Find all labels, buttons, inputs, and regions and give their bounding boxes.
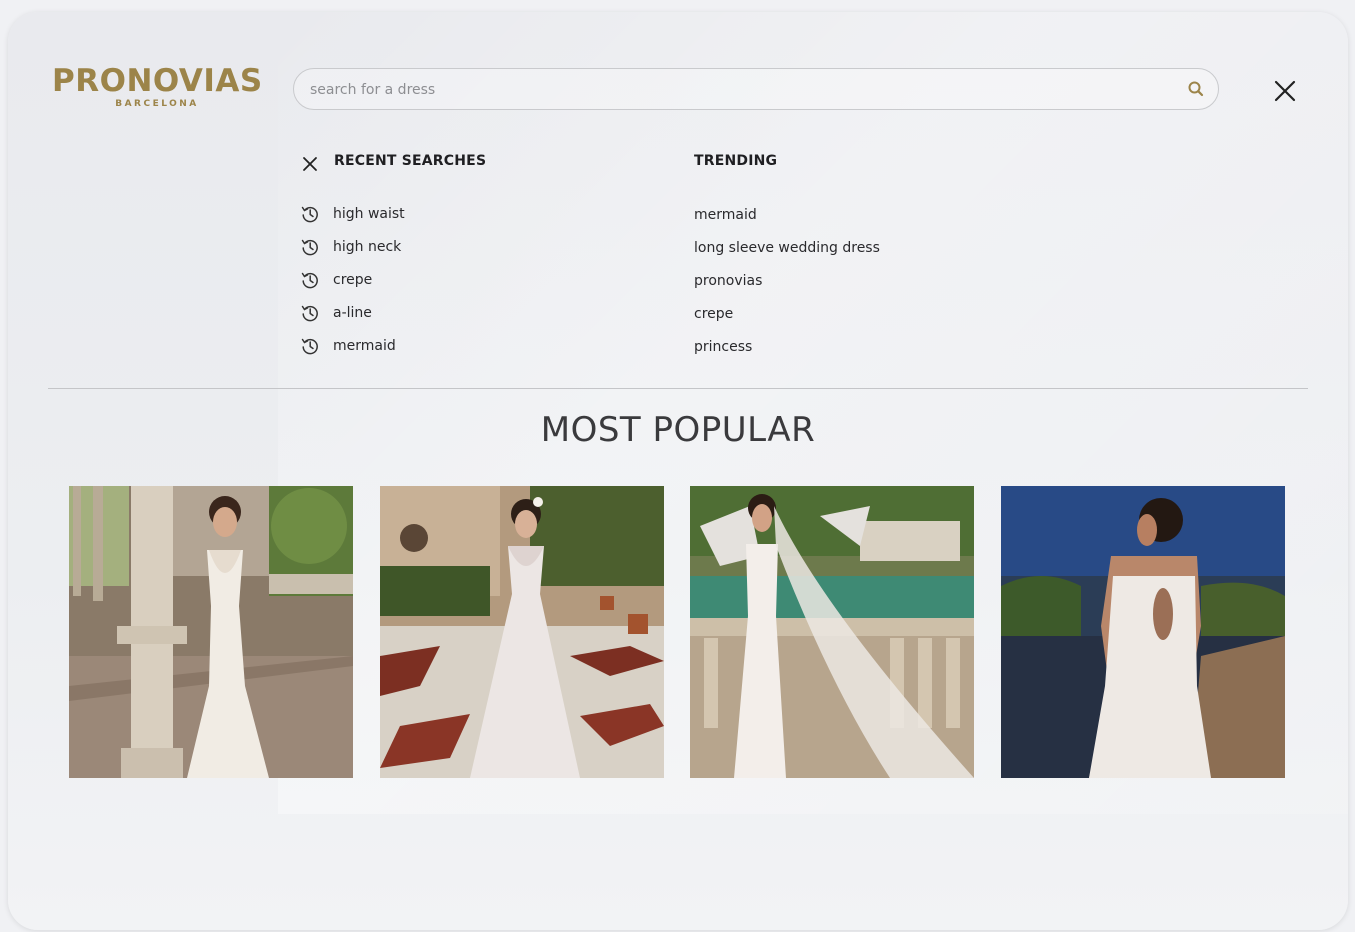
product-image	[690, 486, 974, 778]
brand-location: BARCELONA	[115, 99, 199, 109]
trending-item[interactable]: pronovias	[694, 264, 880, 297]
trending-item[interactable]: mermaid	[694, 198, 880, 231]
recent-searches-title: RECENT SEARCHES	[334, 153, 487, 169]
brand-logo[interactable]: PRONOVIAS BARCELONA	[52, 64, 262, 109]
most-popular-title: MOST POPULAR	[540, 410, 816, 450]
product-card[interactable]	[69, 486, 353, 778]
recent-searches-list: high waist high neck crepe a-line mermai…	[300, 197, 405, 362]
recent-search-label: high waist	[333, 205, 405, 222]
search-icon[interactable]	[1186, 79, 1206, 99]
product-image	[69, 486, 353, 778]
history-icon	[301, 239, 318, 255]
close-search-button[interactable]	[1272, 78, 1298, 104]
history-icon	[301, 305, 318, 321]
product-card[interactable]	[380, 486, 664, 778]
trending-item[interactable]: crepe	[694, 297, 880, 330]
history-icon	[301, 338, 318, 354]
trending-item[interactable]: princess	[694, 330, 880, 363]
recent-search-label: a-line	[333, 304, 372, 321]
clear-recent-searches-button[interactable]	[302, 156, 318, 172]
history-icon	[301, 206, 318, 222]
history-icon	[301, 272, 318, 288]
brand-name: PRONOVIAS	[52, 63, 263, 99]
close-icon	[1274, 80, 1296, 102]
recent-search-item[interactable]: a-line	[300, 296, 405, 329]
section-divider	[48, 388, 1308, 389]
recent-search-item[interactable]: high neck	[300, 230, 405, 263]
product-image	[1001, 486, 1285, 778]
recent-search-label: crepe	[333, 271, 373, 288]
trending-title: TRENDING	[694, 153, 778, 169]
recent-search-item[interactable]: high waist	[300, 197, 405, 230]
search-overlay: PRONOVIAS BARCELONA RECENT SEARCHES	[8, 12, 1348, 930]
search-bar	[293, 68, 1219, 110]
trending-list: mermaid long sleeve wedding dress pronov…	[694, 198, 880, 363]
product-card[interactable]	[1001, 486, 1285, 778]
product-image	[380, 486, 664, 778]
recent-search-item[interactable]: crepe	[300, 263, 405, 296]
product-card[interactable]	[690, 486, 974, 778]
recent-search-label: mermaid	[333, 337, 396, 354]
search-input[interactable]	[308, 77, 1162, 103]
recent-search-label: high neck	[333, 238, 402, 255]
close-icon	[303, 157, 317, 171]
trending-item[interactable]: long sleeve wedding dress	[694, 231, 880, 264]
recent-search-item[interactable]: mermaid	[300, 329, 405, 362]
